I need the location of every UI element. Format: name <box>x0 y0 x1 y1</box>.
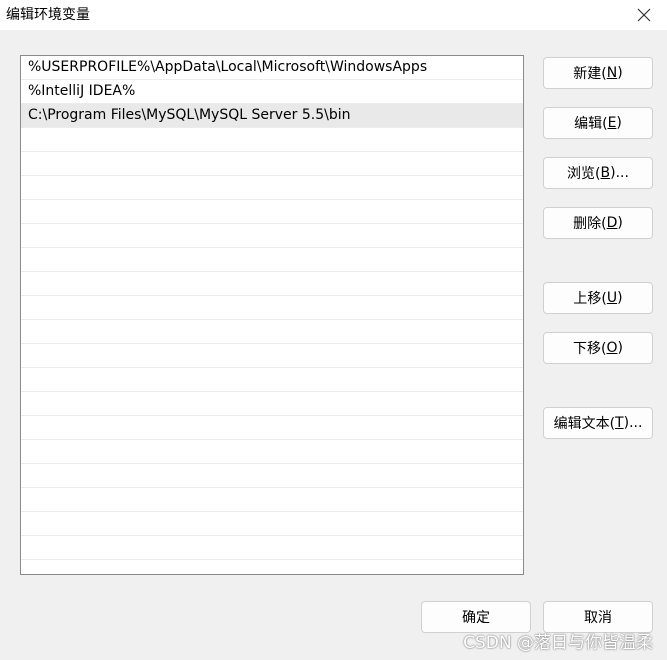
edit-text-button-key: T <box>615 415 624 431</box>
move-down-button[interactable]: 下移(O) <box>543 332 653 364</box>
move-up-button-end: ) <box>617 290 623 306</box>
list-item-empty[interactable] <box>21 368 523 392</box>
list-item-empty[interactable] <box>21 440 523 464</box>
list-item-empty[interactable] <box>21 176 523 200</box>
move-down-button-end: ) <box>617 340 623 356</box>
list-item-text: %IntelliJ IDEA% <box>28 83 136 99</box>
browse-button-key: B <box>600 165 611 181</box>
move-down-button-label: 下移( <box>573 341 607 357</box>
close-button[interactable] <box>621 0 667 30</box>
new-button-label: 新建( <box>573 66 607 82</box>
browse-button[interactable]: 浏览(B)... <box>543 157 653 189</box>
edit-text-button-label: 编辑文本( <box>553 416 616 432</box>
edit-button-label: 编辑( <box>574 116 608 132</box>
edit-button[interactable]: 编辑(E) <box>543 107 653 139</box>
path-list[interactable]: %USERPROFILE%\AppData\Local\Microsoft\Wi… <box>20 55 524 575</box>
move-up-button[interactable]: 上移(U) <box>543 282 653 314</box>
list-item-empty[interactable] <box>21 128 523 152</box>
list-item-empty[interactable] <box>21 296 523 320</box>
window-title: 编辑环境变量 <box>6 7 90 23</box>
delete-button-key: D <box>606 215 618 231</box>
watermark: CSDN @落日与你皆温柔 <box>463 633 653 653</box>
move-up-button-key: U <box>606 290 618 306</box>
new-button[interactable]: 新建(N) <box>543 57 653 89</box>
list-item-empty[interactable] <box>21 392 523 416</box>
list-item-empty[interactable] <box>21 200 523 224</box>
ok-button-label: 确定 <box>462 610 490 626</box>
list-item-empty[interactable] <box>21 536 523 560</box>
list-item-text: C:\Program Files\MySQL\MySQL Server 5.5\… <box>28 107 351 123</box>
move-up-button-label: 上移( <box>573 291 607 307</box>
list-item-empty[interactable] <box>21 248 523 272</box>
cancel-button-label: 取消 <box>584 610 612 626</box>
edit-button-key: E <box>607 115 617 131</box>
list-item-empty[interactable] <box>21 152 523 176</box>
delete-button-label: 删除( <box>573 216 607 232</box>
title-bar: 编辑环境变量 <box>0 0 667 30</box>
edit-text-button-end: )... <box>623 415 643 431</box>
move-down-button-key: O <box>606 340 618 356</box>
list-item[interactable]: %USERPROFILE%\AppData\Local\Microsoft\Wi… <box>21 56 523 80</box>
list-item-empty[interactable] <box>21 512 523 536</box>
list-item-empty[interactable] <box>21 224 523 248</box>
edit-button-end: ) <box>616 115 622 131</box>
delete-button-end: ) <box>617 215 623 231</box>
delete-button[interactable]: 删除(D) <box>543 207 653 239</box>
list-item-empty[interactable] <box>21 320 523 344</box>
browse-button-end: )... <box>610 165 629 181</box>
browse-button-label: 浏览( <box>567 166 601 182</box>
close-icon <box>637 8 651 22</box>
list-item-empty[interactable] <box>21 272 523 296</box>
list-item-empty[interactable] <box>21 464 523 488</box>
list-item-empty[interactable] <box>21 416 523 440</box>
list-item-text: %USERPROFILE%\AppData\Local\Microsoft\Wi… <box>28 59 428 75</box>
edit-text-button[interactable]: 编辑文本(T)... <box>543 407 653 439</box>
new-button-key: N <box>606 65 618 81</box>
list-item-empty[interactable] <box>21 488 523 512</box>
new-button-end: ) <box>617 65 623 81</box>
list-item-empty[interactable] <box>21 344 523 368</box>
list-item-selected[interactable]: C:\Program Files\MySQL\MySQL Server 5.5\… <box>21 104 523 128</box>
list-item[interactable]: %IntelliJ IDEA% <box>21 80 523 104</box>
